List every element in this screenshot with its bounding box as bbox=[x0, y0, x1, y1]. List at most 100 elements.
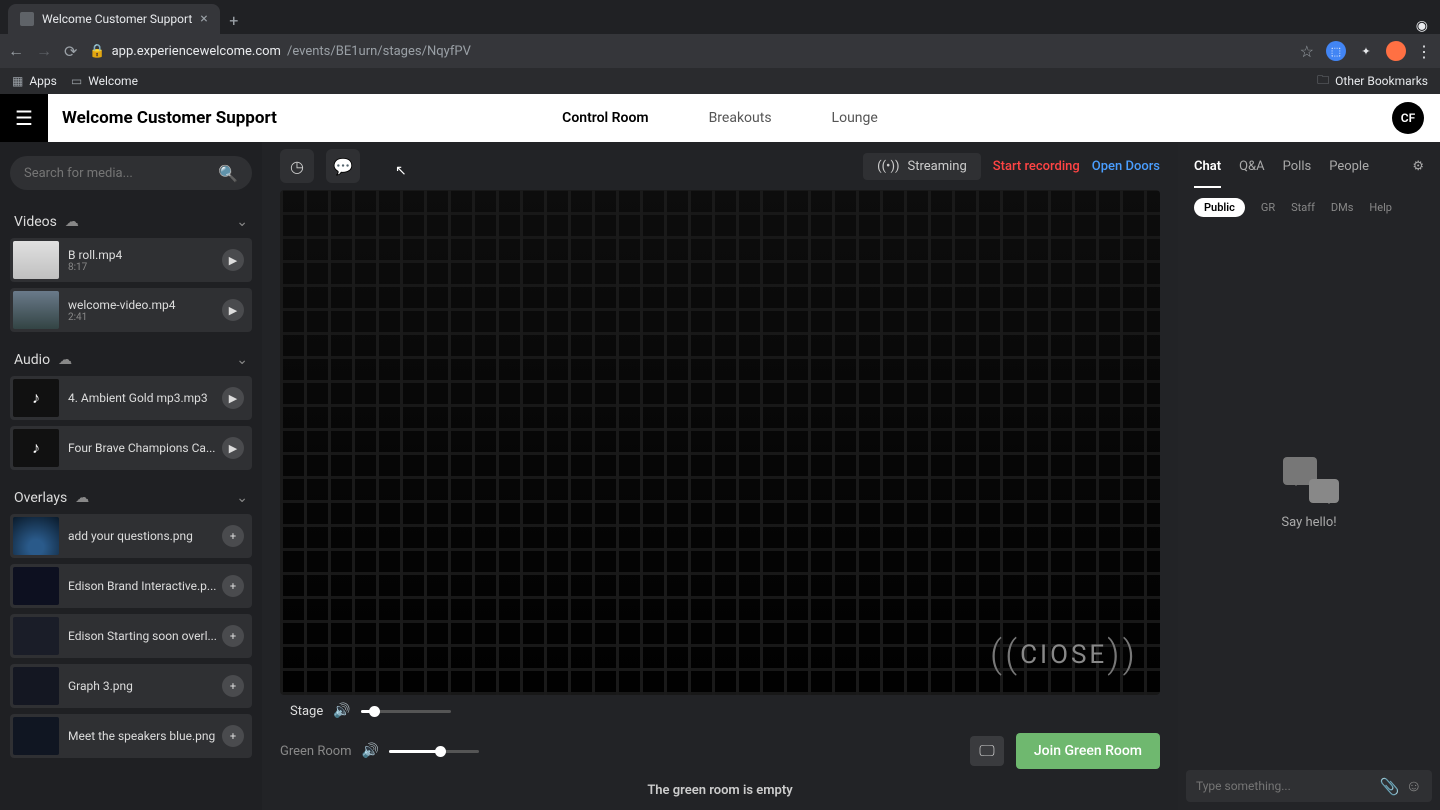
media-name: Edison Starting soon overl... bbox=[68, 629, 222, 643]
sidebar: 🔍 Videos ☁ ⌄ B roll.mp48:17 ▶ welcome-vi… bbox=[0, 142, 262, 810]
extensions: ⬚ ✦ ⋮ bbox=[1326, 41, 1432, 61]
media-name: add your questions.png bbox=[68, 529, 222, 543]
volume-icon[interactable]: 🔊 bbox=[362, 743, 379, 759]
other-bookmarks[interactable]: 🗀Other Bookmarks bbox=[1317, 71, 1428, 92]
tab-qa[interactable]: Q&A bbox=[1239, 159, 1265, 174]
section-audio[interactable]: Audio ☁ ⌄ bbox=[0, 338, 262, 376]
chat-input[interactable] bbox=[1196, 779, 1374, 793]
chat-empty-state: Say hello! bbox=[1178, 225, 1440, 762]
page-title: Welcome Customer Support bbox=[48, 108, 277, 128]
section-label: Videos bbox=[14, 214, 57, 230]
timer-icon[interactable]: ◷ bbox=[280, 149, 314, 183]
broadcast-icon: ((•)) bbox=[877, 159, 899, 174]
extension-icon[interactable]: ⬚ bbox=[1326, 41, 1346, 61]
reload-icon[interactable]: ⟳ bbox=[64, 42, 77, 61]
open-doors-button[interactable]: Open Doors bbox=[1092, 159, 1160, 174]
add-icon[interactable]: + bbox=[222, 575, 244, 597]
upload-icon[interactable]: ☁ bbox=[65, 214, 79, 230]
overlay-item[interactable]: Meet the speakers blue.png + bbox=[10, 714, 252, 758]
greenroom-volume-slider[interactable] bbox=[389, 750, 479, 753]
video-item[interactable]: welcome-video.mp42:41 ▶ bbox=[10, 288, 252, 332]
browser-tab[interactable]: Welcome Customer Support × bbox=[8, 4, 220, 34]
stage-toolbar: ◷ 💬 ((•)) Streaming Start recording Open… bbox=[262, 142, 1178, 190]
play-icon[interactable]: ▶ bbox=[222, 387, 244, 409]
chat-icon[interactable]: 💬 bbox=[326, 149, 360, 183]
attachment-icon[interactable]: 📎 bbox=[1380, 777, 1400, 796]
add-icon[interactable]: + bbox=[222, 525, 244, 547]
chevron-down-icon: ⌄ bbox=[236, 352, 248, 368]
play-icon[interactable]: ▶ bbox=[222, 249, 244, 271]
overlay-item[interactable]: Edison Brand Interactive.p... + bbox=[10, 564, 252, 608]
nav-breakouts[interactable]: Breakouts bbox=[709, 110, 772, 126]
upload-icon[interactable]: ☁ bbox=[58, 352, 72, 368]
streaming-status: ((•)) Streaming bbox=[863, 153, 981, 180]
emoji-icon[interactable]: ☺ bbox=[1406, 776, 1422, 796]
avatar[interactable]: CF bbox=[1392, 102, 1424, 134]
subtab-dms[interactable]: DMs bbox=[1331, 201, 1354, 214]
tab-chat[interactable]: Chat bbox=[1194, 159, 1221, 188]
chat-subtabs: Public GR Staff DMs Help bbox=[1178, 190, 1440, 225]
section-overlays[interactable]: Overlays ☁ ⌄ bbox=[0, 476, 262, 514]
upload-icon[interactable]: ☁ bbox=[75, 490, 89, 506]
bookmark-welcome[interactable]: ▭Welcome bbox=[71, 74, 138, 88]
chevron-down-icon: ⌄ bbox=[236, 490, 248, 506]
add-icon[interactable]: + bbox=[222, 625, 244, 647]
address-bar[interactable]: 🔒 app.experiencewelcome.com/events/BE1ur… bbox=[89, 44, 1287, 59]
start-recording-button[interactable]: Start recording bbox=[993, 159, 1080, 174]
media-name: welcome-video.mp4 bbox=[68, 298, 222, 312]
apps-shortcut[interactable]: ▦Apps bbox=[12, 74, 57, 88]
new-tab-button[interactable]: + bbox=[220, 6, 248, 34]
extensions-icon[interactable]: ✦ bbox=[1356, 41, 1376, 61]
tab-close-icon[interactable]: × bbox=[200, 11, 207, 27]
star-icon[interactable]: ☆ bbox=[1300, 42, 1314, 61]
screenshare-button[interactable]: 🖵 bbox=[970, 736, 1004, 766]
play-icon[interactable]: ▶ bbox=[222, 299, 244, 321]
url-host: app.experiencewelcome.com bbox=[112, 44, 281, 59]
folder-icon: ▭ bbox=[71, 74, 82, 88]
window-control-icon[interactable]: ◉ bbox=[1416, 18, 1428, 34]
add-icon[interactable]: + bbox=[222, 675, 244, 697]
nav-control-room[interactable]: Control Room bbox=[562, 110, 648, 126]
apps-icon: ▦ bbox=[12, 74, 23, 88]
profile-icon[interactable] bbox=[1386, 41, 1406, 61]
greenroom-empty-message: The green room is empty bbox=[262, 779, 1178, 810]
media-name: Four Brave Champions Ca... bbox=[68, 441, 222, 455]
video-item[interactable]: B roll.mp48:17 ▶ bbox=[10, 238, 252, 282]
subtab-gr[interactable]: GR bbox=[1261, 201, 1275, 214]
subtab-help[interactable]: Help bbox=[1369, 201, 1392, 214]
tab-people[interactable]: People bbox=[1329, 159, 1369, 174]
bookmarks-bar: ▦Apps ▭Welcome 🗀Other Bookmarks bbox=[0, 68, 1440, 94]
video-thumbnail bbox=[13, 241, 59, 279]
search-input[interactable] bbox=[24, 166, 218, 181]
media-search[interactable]: 🔍 bbox=[10, 156, 252, 190]
play-icon[interactable]: ▶ bbox=[222, 437, 244, 459]
add-icon[interactable]: + bbox=[222, 725, 244, 747]
volume-icon[interactable]: 🔊 bbox=[333, 703, 350, 719]
audio-item[interactable]: ♪ 4. Ambient Gold mp3.mp3 ▶ bbox=[10, 376, 252, 420]
chat-composer[interactable]: 📎 ☺ bbox=[1186, 770, 1432, 802]
overlay-item[interactable]: Graph 3.png + bbox=[10, 664, 252, 708]
tab-polls[interactable]: Polls bbox=[1283, 159, 1312, 174]
stage-volume-slider[interactable] bbox=[361, 710, 451, 713]
forward-icon[interactable]: → bbox=[36, 41, 52, 61]
browser-tabstrip: Welcome Customer Support × + ◉ bbox=[0, 0, 1440, 34]
section-videos[interactable]: Videos ☁ ⌄ bbox=[0, 200, 262, 238]
stage-volume-row: Stage 🔊 bbox=[262, 695, 1178, 727]
back-icon[interactable]: ← bbox=[8, 41, 24, 61]
audio-item[interactable]: ♪ Four Brave Champions Ca... ▶ bbox=[10, 426, 252, 470]
browser-menu-icon[interactable]: ⋮ bbox=[1416, 42, 1432, 61]
section-label: Overlays bbox=[14, 490, 67, 506]
app-header: ☰ Welcome Customer Support Control Room … bbox=[0, 94, 1440, 142]
subtab-public[interactable]: Public bbox=[1194, 198, 1245, 217]
subtab-staff[interactable]: Staff bbox=[1291, 201, 1315, 214]
overlay-item[interactable]: add your questions.png + bbox=[10, 514, 252, 558]
gear-icon[interactable]: ⚙ bbox=[1412, 159, 1424, 174]
header-nav: Control Room Breakouts Lounge bbox=[562, 110, 878, 126]
media-name: Edison Brand Interactive.p... bbox=[68, 579, 222, 593]
streaming-label: Streaming bbox=[908, 159, 967, 174]
menu-button[interactable]: ☰ bbox=[0, 94, 48, 142]
overlay-item[interactable]: Edison Starting soon overl... + bbox=[10, 614, 252, 658]
join-greenroom-button[interactable]: Join Green Room bbox=[1016, 733, 1160, 769]
section-label: Audio bbox=[14, 352, 50, 368]
nav-lounge[interactable]: Lounge bbox=[832, 110, 878, 126]
